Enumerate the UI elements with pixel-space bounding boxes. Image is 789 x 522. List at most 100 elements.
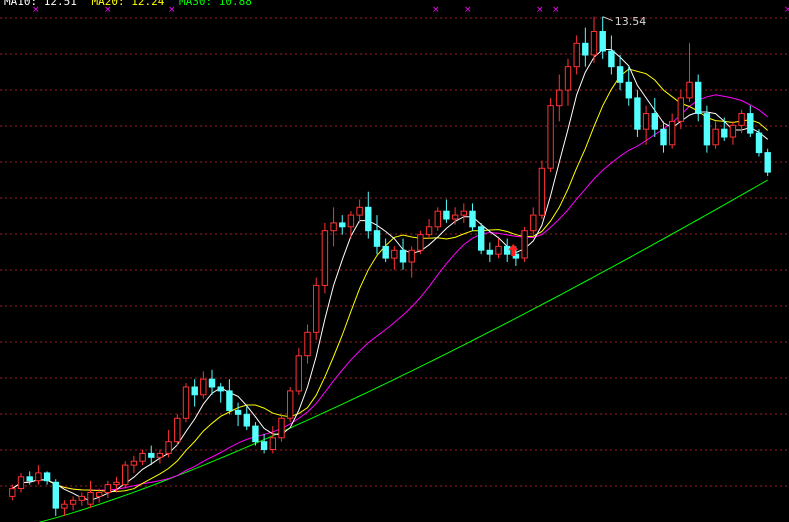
candle-up <box>130 460 138 466</box>
candle-down <box>764 152 771 173</box>
candle-down <box>260 441 268 451</box>
candle-up <box>61 503 68 509</box>
candle-down <box>217 386 224 392</box>
ma-legend: MA10: 12.51 MA20: 12.24 MA30: 10.88 <box>4 0 260 8</box>
candle-up <box>417 234 424 251</box>
candle-up <box>686 81 693 99</box>
candle-up <box>330 222 337 232</box>
candle-up <box>434 210 442 228</box>
ma30-legend: MA30: 10.88 <box>178 0 252 8</box>
candle-down <box>191 386 198 396</box>
ma20-legend: MA20: 12.24 <box>91 0 165 8</box>
candle-up <box>530 214 537 232</box>
candle-up <box>408 249 415 263</box>
candle-up <box>347 214 355 228</box>
candle-down <box>651 113 658 130</box>
candle-down <box>226 390 233 411</box>
ma10-legend: MA10: 12.51 <box>4 0 77 8</box>
candle-down <box>625 81 632 99</box>
candle-up <box>96 492 103 497</box>
candle-down <box>373 230 381 247</box>
candle-up <box>69 499 77 505</box>
candle-down <box>443 210 450 220</box>
candle-down <box>616 66 624 83</box>
candle-down <box>382 245 389 259</box>
candle-down <box>599 31 606 52</box>
candle-down <box>234 409 242 415</box>
candle-up <box>573 42 580 68</box>
high-marker-line <box>602 16 613 22</box>
top-marker: × <box>432 5 440 15</box>
candle-up <box>590 31 598 56</box>
candle-up <box>669 120 676 146</box>
candle-up <box>495 245 502 255</box>
candle-up <box>104 484 111 494</box>
candle-down <box>148 452 155 458</box>
candle-up <box>287 390 294 419</box>
high-price-label: 13.54 <box>614 14 647 28</box>
candle-down <box>721 128 728 138</box>
candle-down <box>365 206 372 232</box>
candle-up <box>295 355 303 392</box>
candle-up <box>712 128 719 146</box>
candle-down <box>755 132 763 154</box>
candle-up <box>182 386 190 419</box>
candle-down <box>634 97 641 130</box>
candle-up <box>17 476 25 489</box>
candle-up <box>269 437 277 450</box>
candle-up <box>425 226 433 236</box>
candle-down <box>703 113 711 146</box>
candle-down <box>504 245 511 255</box>
candle-down <box>252 425 259 443</box>
ma-long-line <box>12 94 769 491</box>
candle-up <box>460 210 468 216</box>
candle-up <box>139 452 146 462</box>
candle-down <box>695 81 702 115</box>
candle-down <box>339 222 346 228</box>
candle-up <box>304 331 311 357</box>
candle-up <box>738 113 745 126</box>
candle-down <box>469 210 476 228</box>
top-marker: × <box>536 5 544 15</box>
candle-up <box>677 97 684 122</box>
candle-up <box>538 167 546 216</box>
candle-down <box>660 128 667 146</box>
candle-down <box>608 50 615 68</box>
candle-up <box>113 481 120 486</box>
candle-up <box>547 105 554 169</box>
candle-down <box>399 249 407 263</box>
candle-up <box>321 230 329 286</box>
candle-down <box>52 481 59 509</box>
candle-up <box>356 206 363 216</box>
top-marker: × <box>552 5 560 15</box>
candle-down <box>486 249 494 255</box>
candle-down <box>478 226 485 251</box>
candle-up <box>278 417 285 439</box>
candle-up <box>391 249 398 259</box>
candle-up <box>200 378 207 396</box>
candle-up <box>556 89 563 107</box>
candle-up <box>35 472 42 482</box>
candle-down <box>26 476 33 482</box>
candle-down <box>243 413 251 427</box>
kline-chart-svg: × × × × × × × × <box>0 5 789 522</box>
candle-down <box>747 113 754 134</box>
top-marker: × <box>784 5 789 15</box>
candle-up <box>165 441 172 454</box>
candle-up <box>642 113 650 130</box>
candle-up <box>521 230 528 259</box>
candle-up <box>87 492 94 505</box>
candle-down <box>582 42 589 56</box>
candle-up <box>122 464 129 486</box>
candle-up <box>451 214 459 220</box>
candle-up <box>156 452 164 458</box>
candle-down <box>43 472 51 482</box>
candle-up <box>174 417 181 443</box>
candle-up <box>313 284 320 333</box>
kline-chart: × × × × × × × × MA10: 12.51 MA20: 12.24 MA30: 1… <box>0 0 789 522</box>
candle-up <box>564 66 572 91</box>
top-marker: × <box>464 5 472 15</box>
candle-up <box>9 488 16 497</box>
candle-up <box>729 124 737 138</box>
candle-up <box>78 495 85 501</box>
